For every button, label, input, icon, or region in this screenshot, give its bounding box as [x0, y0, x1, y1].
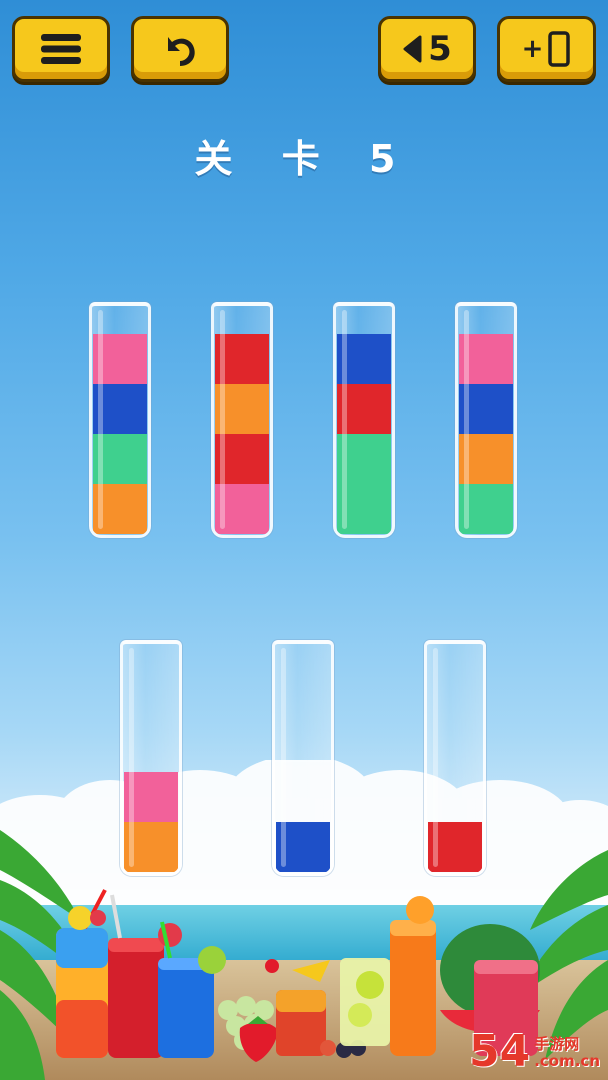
- tube-liquid: [336, 334, 392, 535]
- liquid-segment-blue: [337, 334, 391, 384]
- liquid-segment-blue: [93, 384, 147, 434]
- tube-liquid: [458, 334, 514, 535]
- liquid-segment-green: [337, 434, 391, 484]
- liquid-segment-orange: [459, 434, 513, 484]
- add-plus-label: +: [521, 34, 544, 64]
- hamburger-menu-icon: [41, 34, 81, 64]
- tube-3[interactable]: [333, 302, 395, 538]
- phone-tube-icon: [548, 31, 571, 67]
- tube-4[interactable]: [455, 302, 517, 538]
- site-watermark: 54 手游网 .com.cn: [469, 1030, 600, 1074]
- watermark-text: 手游网: [534, 1034, 580, 1053]
- level-title: 关 卡 5: [194, 137, 414, 181]
- liquid-segment-red: [215, 434, 269, 484]
- orange-juice-icon: [390, 896, 436, 1056]
- level-back-button[interactable]: 5: [378, 16, 476, 82]
- undo-arrow-icon: [168, 37, 195, 66]
- watermark-domain: .com.cn: [534, 1051, 600, 1070]
- tube-2[interactable]: [211, 302, 273, 538]
- back-count: 5: [428, 29, 452, 69]
- layered-cocktail-icon: [56, 889, 108, 1058]
- lemonade-icon: [340, 958, 390, 1046]
- tube-1[interactable]: [89, 302, 151, 538]
- liquid-segment-red: [215, 334, 269, 384]
- add-tube-button[interactable]: +: [497, 16, 596, 82]
- tube-liquid: [214, 334, 270, 535]
- liquid-segment-orange: [215, 384, 269, 434]
- watermark-number: 54: [468, 1026, 531, 1077]
- liquid-segment-green: [337, 484, 391, 534]
- liquid-segment-pink: [93, 334, 147, 384]
- liquid-segment-green: [93, 434, 147, 484]
- menu-button[interactable]: [12, 16, 110, 82]
- liquid-segment-pink: [459, 334, 513, 384]
- liquid-segment-red: [337, 384, 391, 434]
- undo-button[interactable]: [131, 16, 229, 82]
- blue-drink-icon: [158, 921, 226, 1058]
- tube-liquid: [92, 334, 148, 535]
- liquid-segment-green: [459, 484, 513, 534]
- liquid-segment-orange: [93, 484, 147, 534]
- triangle-left-icon: [403, 35, 422, 63]
- liquid-segment-blue: [459, 384, 513, 434]
- liquid-segment-pink: [215, 484, 269, 534]
